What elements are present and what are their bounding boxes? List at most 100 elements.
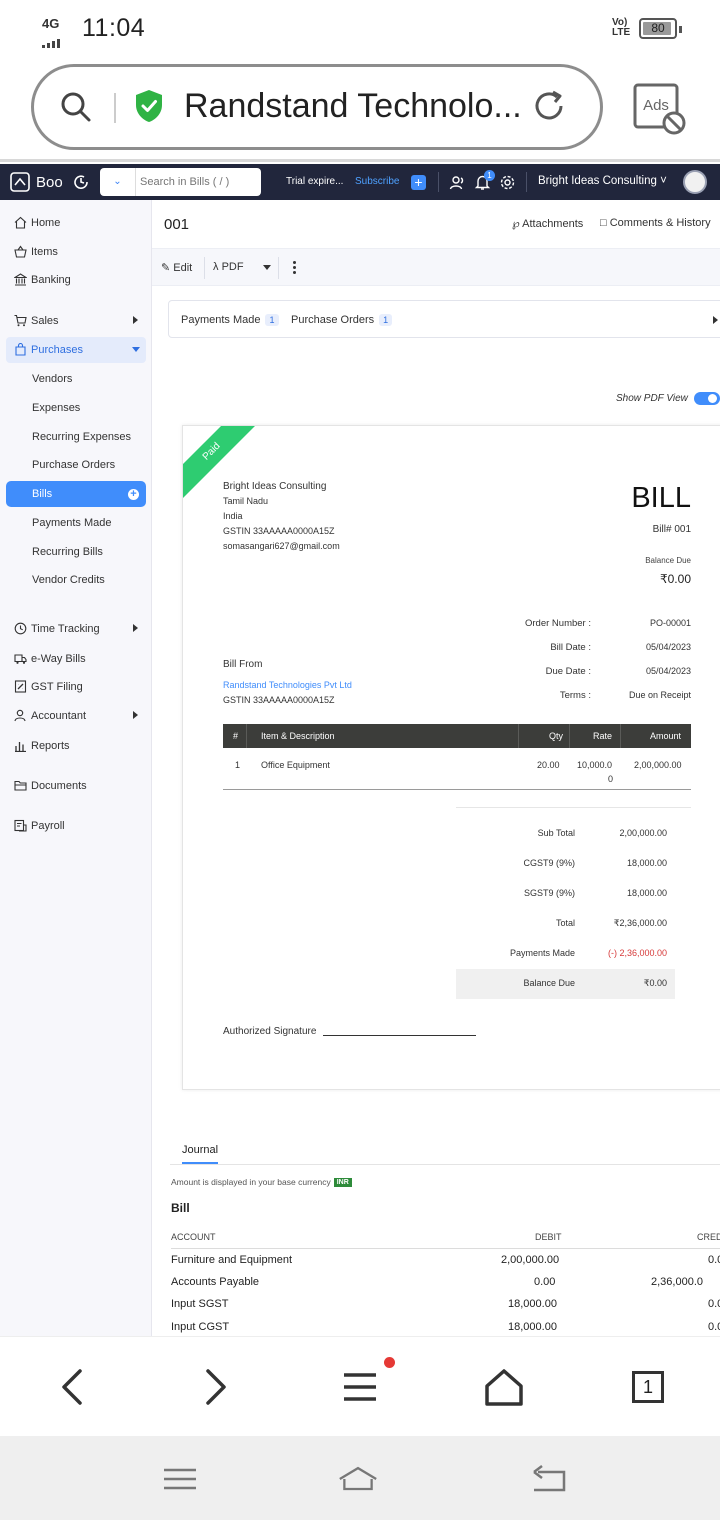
android-back-icon[interactable] — [528, 1462, 568, 1496]
sidebar-subitem-recurring-bills[interactable]: Recurring Bills — [6, 539, 146, 565]
item-number: 1 — [235, 760, 241, 770]
sidebar-item-label: e-Way Bills — [31, 653, 86, 665]
sidebar-item-payroll[interactable]: Payroll — [6, 813, 146, 839]
refer-people-icon[interactable] — [449, 174, 466, 191]
sidebar-item-label: Sales — [31, 315, 59, 327]
volte-icon: Vo) LTE — [612, 17, 631, 38]
sidebar-subitem-expenses[interactable]: Expenses — [6, 395, 146, 421]
sidebar-subitem-vendors[interactable]: Vendors — [6, 366, 146, 392]
sidebar-item-items[interactable]: Items — [6, 239, 146, 265]
total-value: 18,000.00 — [626, 858, 667, 868]
ad-block-icon[interactable]: Ads — [632, 82, 688, 138]
sidebar-item-eway-bills[interactable]: e-Way Bills — [6, 646, 146, 672]
sidebar-item-gst-filing[interactable]: GST Filing — [6, 674, 146, 700]
pdf-icon: λ — [213, 261, 219, 273]
total-label: Total — [555, 918, 575, 928]
reload-icon[interactable] — [530, 87, 568, 125]
pdf-button[interactable]: λ PDF — [213, 261, 244, 273]
subscribe-link[interactable]: Subscribe — [355, 176, 399, 187]
sidebar-subitem-label: Recurring Bills — [32, 546, 103, 558]
folder-icon — [14, 780, 27, 791]
show-pdf-view-toggle[interactable] — [694, 392, 720, 405]
sidebar-subitem-label: Recurring Expenses — [32, 431, 132, 443]
settings-gear-icon[interactable] — [499, 174, 516, 191]
sidebar-subitem-vendor-credits[interactable]: Vendor Credits — [6, 567, 146, 593]
network-type: 4G — [42, 16, 60, 31]
due-date-row: Due Date : 05/04/2023 — [483, 666, 691, 680]
app-name[interactable]: Boo — [36, 174, 63, 191]
comments-history-button[interactable]: □ Comments & History — [600, 217, 711, 229]
sidebar-subitem-purchase-orders[interactable]: Purchase Orders — [6, 452, 146, 478]
bill-toolbar: ✎ Edit λ PDF — [152, 248, 720, 286]
truck-icon — [14, 654, 27, 664]
sidebar-item-label: Documents — [31, 780, 87, 792]
journal-account: Input CGST — [171, 1321, 230, 1333]
tab-journal[interactable]: Journal — [182, 1144, 218, 1156]
edit-button[interactable]: ✎ Edit — [161, 261, 192, 274]
chevron-down-icon — [132, 347, 140, 352]
user-avatar[interactable] — [683, 170, 707, 194]
sidebar-item-label: GST Filing — [31, 681, 83, 693]
tab-switcher-button[interactable]: 1 — [632, 1371, 664, 1403]
sidebar-subitem-bills[interactable]: Bills + — [6, 481, 146, 507]
more-options-icon[interactable] — [293, 261, 296, 275]
table-row: 1 Office Equipment 20.00 10,000.0 0 2,00… — [223, 748, 691, 790]
related-transactions-bar: Payments Made 1 Purchase Orders 1 — [168, 300, 720, 338]
tab-purchase-orders[interactable]: Purchase Orders 1 — [291, 314, 393, 326]
sidebar-subitem-payments-made[interactable]: Payments Made — [6, 510, 146, 536]
cgst-row: CGST9 (9%) 18,000.00 — [456, 849, 675, 879]
search-icon[interactable] — [60, 91, 92, 123]
sidebar-item-purchases[interactable]: Purchases — [6, 337, 146, 363]
journal-account: Accounts Payable — [171, 1276, 260, 1288]
recent-apps-icon[interactable] — [160, 1462, 200, 1496]
meta-label: Due Date : — [545, 666, 591, 677]
back-arrow-icon[interactable] — [52, 1367, 92, 1407]
organization-email: somasangari627@gmail.com — [223, 541, 340, 551]
home-icon[interactable] — [484, 1367, 524, 1407]
quick-create-button[interactable]: + — [411, 175, 426, 190]
sidebar-item-reports[interactable]: Reports — [6, 733, 146, 759]
journal-title: Bill — [171, 1201, 190, 1215]
sidebar-item-label: Reports — [31, 740, 70, 752]
journal-credit: 0.0 — [708, 1298, 720, 1310]
order-number-row: Order Number : PO-00001 — [483, 618, 691, 632]
comment-icon: □ — [600, 217, 607, 229]
android-home-icon[interactable] — [338, 1462, 378, 1496]
organization-state: Tamil Nadu — [223, 496, 269, 506]
journal-credit: 0.0 — [708, 1254, 720, 1266]
total-value: 18,000.00 — [626, 888, 667, 898]
pencil-icon: ✎ — [161, 262, 171, 274]
sidebar: Home Items Banking Sales Purchases Vendo… — [0, 200, 152, 1336]
search-input[interactable] — [140, 173, 256, 191]
tab-payments-made[interactable]: Payments Made 1 — [181, 314, 279, 326]
address-bar[interactable]: Randstand Technolo... — [31, 64, 603, 150]
organization-switcher[interactable]: Bright Ideas Consulting ˅ — [538, 175, 667, 187]
sidebar-item-documents[interactable]: Documents — [6, 773, 146, 799]
sidebar-subitem-recurring-expenses[interactable]: Recurring Expenses — [6, 424, 146, 450]
secure-shield-icon[interactable] — [134, 89, 164, 123]
ads-label: Ads — [643, 97, 669, 114]
sidebar-item-home[interactable]: Home — [6, 210, 146, 236]
accountant-icon — [14, 709, 26, 722]
sidebar-item-banking[interactable]: Banking — [6, 267, 146, 293]
item-description: Office Equipment — [261, 760, 330, 770]
add-bill-plus-icon[interactable]: + — [128, 489, 139, 500]
attachments-button[interactable]: ℘ Attachments — [512, 217, 583, 230]
history-icon[interactable] — [72, 173, 90, 191]
forward-arrow-icon[interactable] — [196, 1367, 236, 1407]
sidebar-item-sales[interactable]: Sales — [6, 308, 146, 334]
total-value: ₹2,36,000.00 — [613, 918, 667, 928]
page-title: 001 — [164, 216, 190, 233]
search-scope-dropdown[interactable]: ⌄ — [100, 168, 136, 196]
global-search[interactable]: ⌄ — [100, 168, 261, 196]
sidebar-item-accountant[interactable]: Accountant — [6, 703, 146, 729]
vendor-name-link[interactable]: Randstand Technologies Pvt Ltd — [223, 680, 352, 690]
chevron-right-icon[interactable] — [713, 316, 718, 324]
pdf-dropdown-caret[interactable] — [263, 265, 271, 270]
sgst-row: SGST9 (9%) 18,000.00 — [456, 879, 675, 909]
page-title-url[interactable]: Randstand Technolo... — [184, 87, 524, 126]
menu-icon[interactable] — [340, 1367, 380, 1407]
books-logo-icon[interactable] — [10, 172, 30, 192]
sidebar-item-time-tracking[interactable]: Time Tracking — [6, 616, 146, 642]
sidebar-subitem-label: Vendors — [32, 373, 73, 385]
